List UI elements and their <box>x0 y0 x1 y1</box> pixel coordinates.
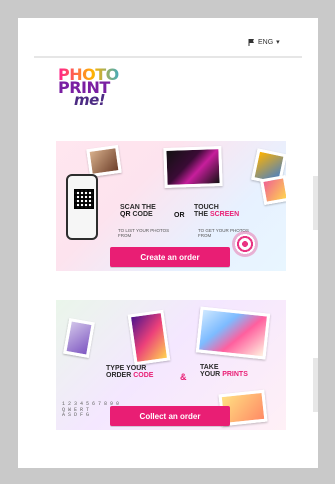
flag-icon <box>248 38 255 46</box>
code-word: CODE <box>133 372 154 380</box>
or-label: OR <box>174 212 185 219</box>
order-word: ORDER <box>106 372 132 380</box>
collect-order-button[interactable]: Collect an order <box>110 406 230 426</box>
your-word: YOUR <box>200 371 221 379</box>
app-window: ENG ▾ PHOTO PRINT me! SCAN THE QR CODE O… <box>18 18 318 468</box>
take-prefix: TAKE <box>200 364 219 371</box>
photo-thumbnail <box>86 144 122 178</box>
side-scroll-tab[interactable] <box>313 176 318 230</box>
the-word: THE <box>194 211 208 219</box>
qr-word: QR <box>120 211 131 219</box>
chevron-down-icon: ▾ <box>276 39 280 46</box>
photo-thumbnail <box>195 306 271 360</box>
hint-left: TO LIST YOUR PHOTOS FROM <box>118 228 170 238</box>
photo-thumbnail <box>63 318 95 358</box>
take-your-prints-text: TAKE YOUR PRINTS <box>200 364 270 379</box>
photo-thumbnail <box>127 309 171 366</box>
screen-word: SCREEN <box>209 211 240 219</box>
scan-qr-text: SCAN THE QR CODE <box>120 204 172 219</box>
scan-prefix: SCAN THE <box>120 204 156 211</box>
photo-thumbnail <box>163 146 223 188</box>
touch-screen-text: TOUCH THE SCREEN <box>194 204 262 219</box>
create-order-button[interactable]: Create an order <box>110 247 230 267</box>
brand-logo: PHOTO PRINT me! <box>58 66 128 110</box>
type-prefix: TYPE YOUR <box>106 365 147 372</box>
qr-code-icon <box>74 189 94 209</box>
create-order-card[interactable]: SCAN THE QR CODE OR TOUCH THE SCREEN TO … <box>56 141 286 271</box>
type-order-code-text: TYPE YOUR ORDER CODE <box>106 365 176 380</box>
touch-target-icon <box>232 231 258 257</box>
prints-word: PRINTS <box>222 371 248 379</box>
side-scroll-tab[interactable] <box>313 358 318 412</box>
language-selector[interactable]: ENG ▾ <box>248 38 280 46</box>
photo-thumbnail <box>259 174 286 206</box>
collect-order-card[interactable]: TYPE YOUR ORDER CODE & TAKE YOUR PRINTS … <box>56 300 286 430</box>
code-word: CODE <box>132 211 153 219</box>
language-label: ENG <box>258 38 274 46</box>
top-divider <box>34 56 302 58</box>
logo-line-3: me! <box>74 91 106 110</box>
ampersand-label: & <box>180 372 187 382</box>
touch-prefix: TOUCH <box>194 204 219 211</box>
